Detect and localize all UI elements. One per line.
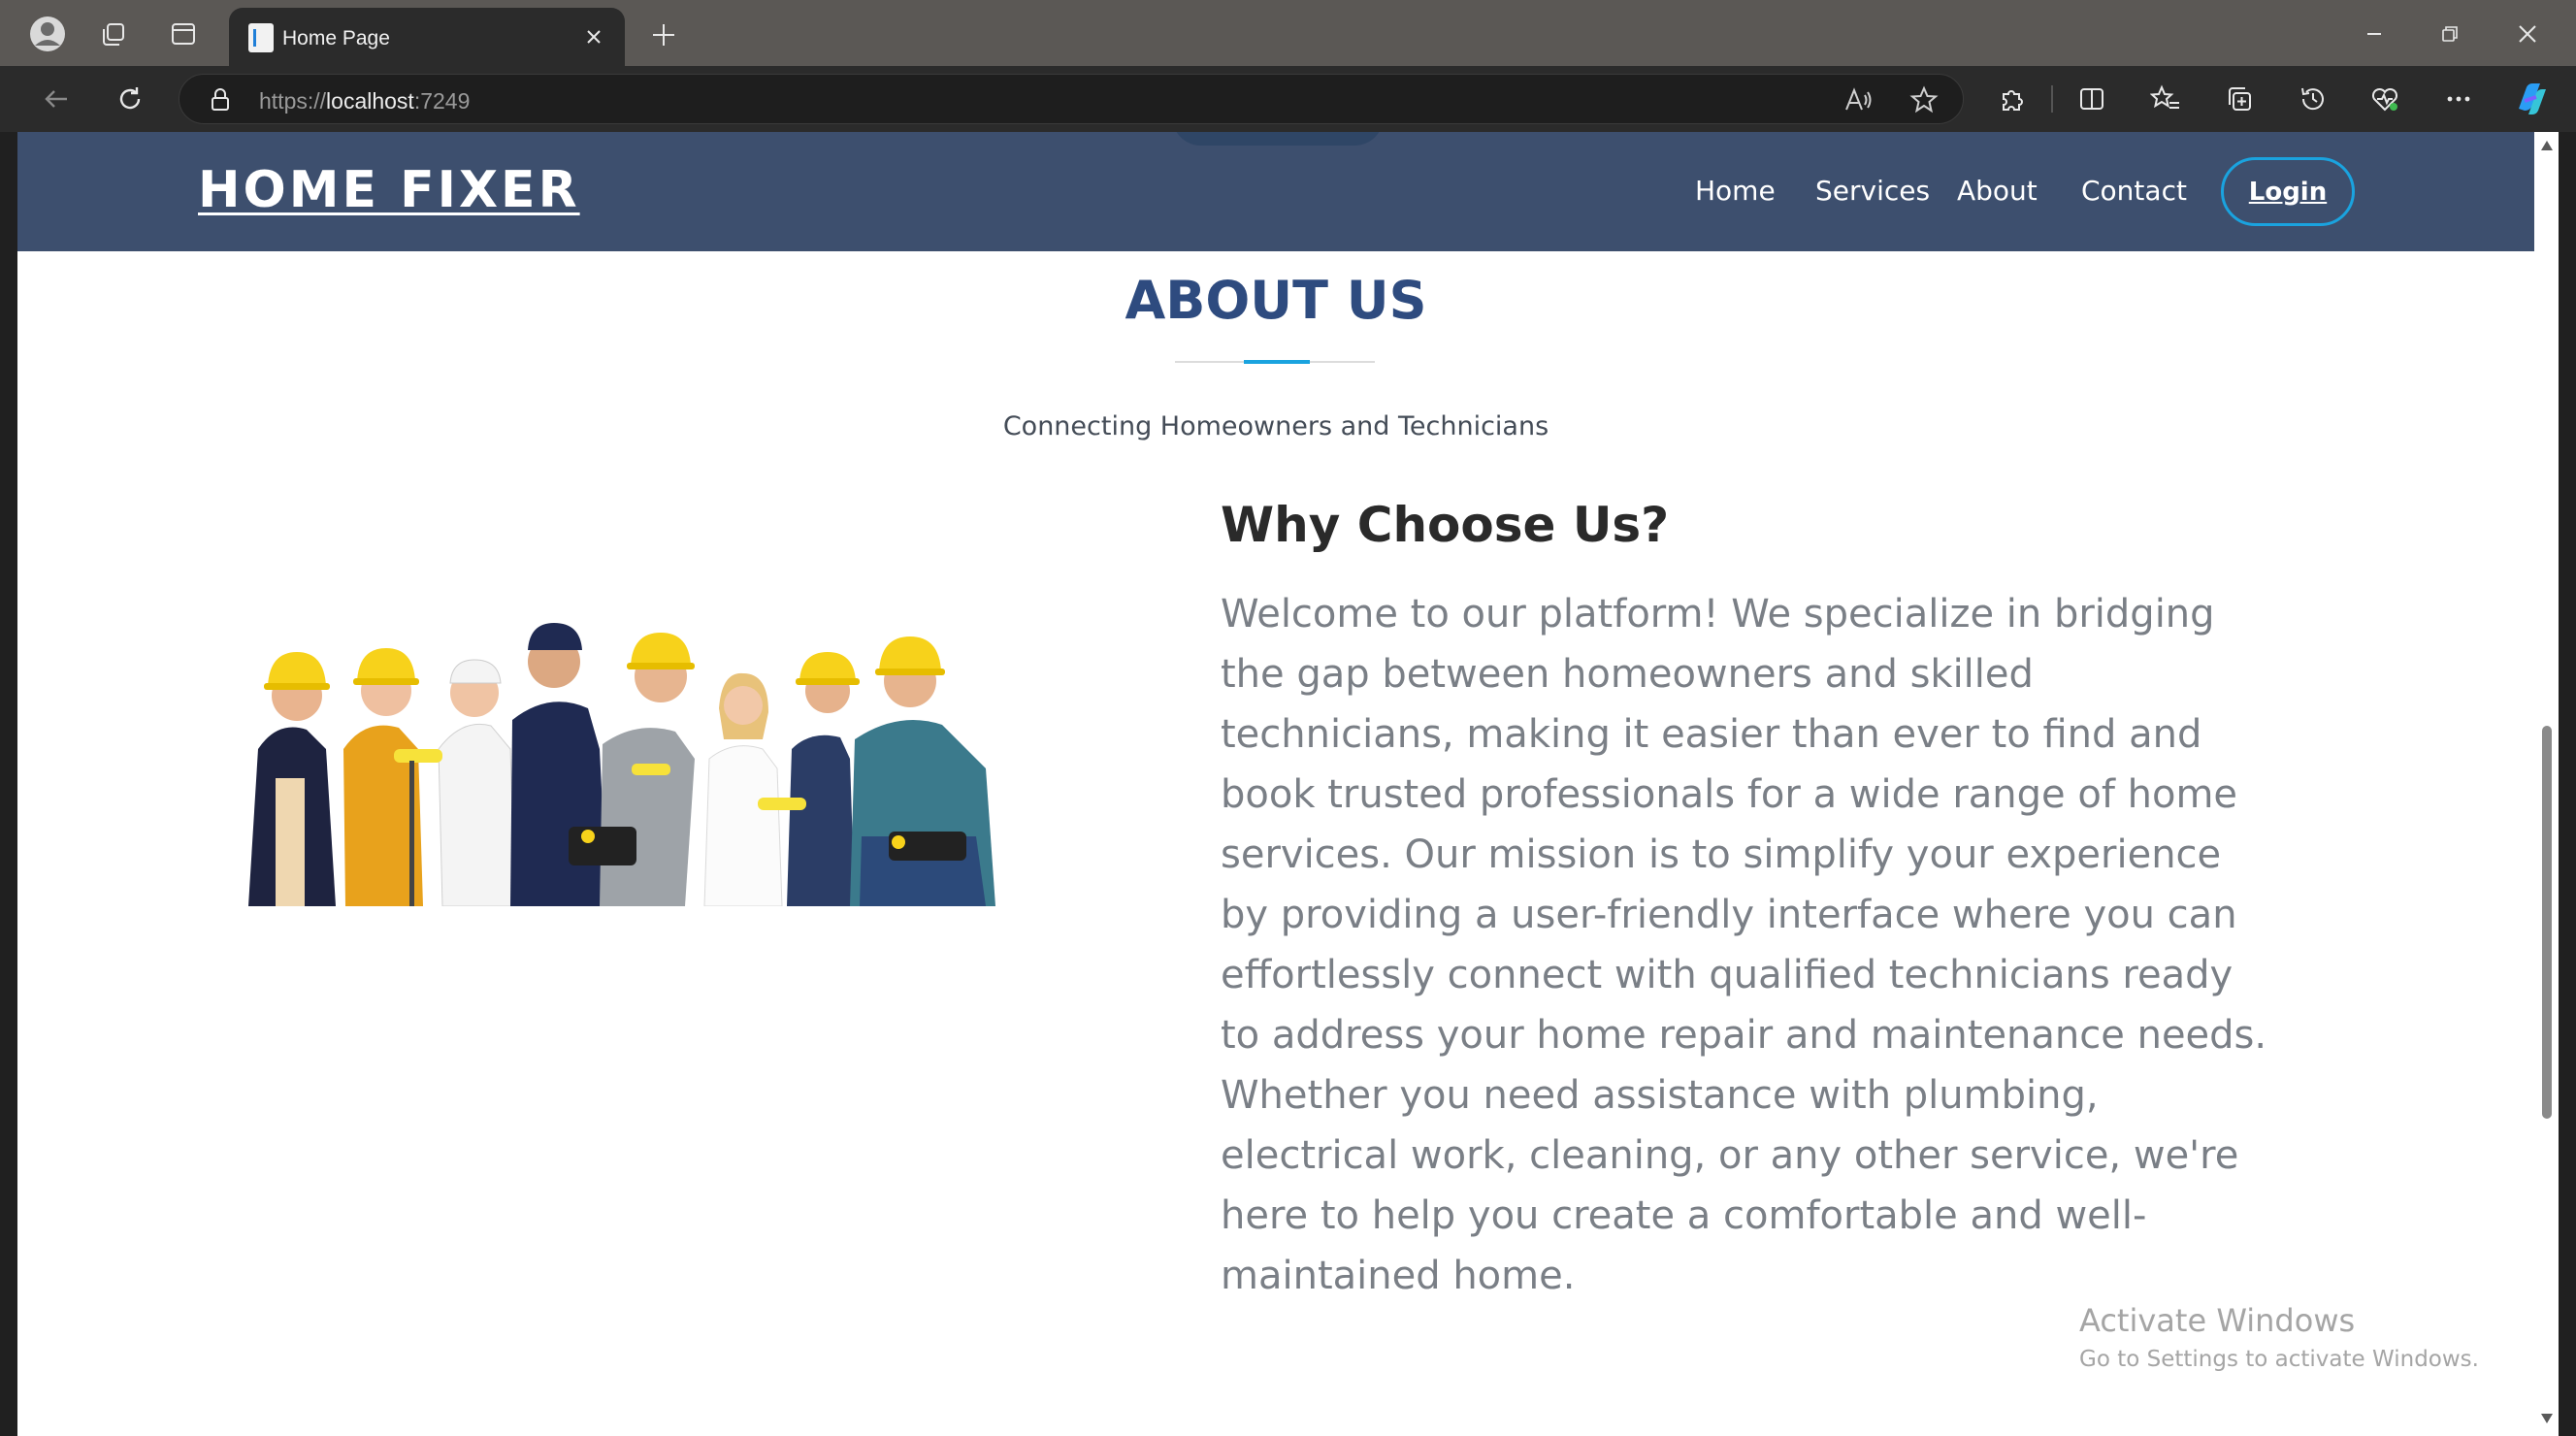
activate-windows-watermark: Activate Windows Go to Settings to activ… bbox=[2079, 1302, 2479, 1372]
page-viewport: HOME FIXER Home Services About Contact L… bbox=[17, 132, 2534, 1436]
toolbar-separator bbox=[2051, 85, 2053, 113]
split-screen-icon[interactable] bbox=[2071, 78, 2113, 120]
restore-icon[interactable] bbox=[2428, 14, 2472, 54]
browser-toolbar: https://localhost:7249 bbox=[0, 66, 2576, 132]
favorite-star-icon[interactable] bbox=[1908, 84, 1940, 115]
activate-windows-title: Activate Windows bbox=[2079, 1302, 2356, 1339]
browser-essentials-icon[interactable] bbox=[2364, 78, 2406, 120]
browser-tab-bar: Home Page bbox=[0, 0, 2576, 66]
refresh-icon[interactable] bbox=[109, 78, 151, 120]
nav-about[interactable]: About bbox=[1957, 175, 2038, 207]
site-header: HOME FIXER Home Services About Contact L… bbox=[17, 132, 2534, 251]
site-logo[interactable]: HOME FIXER bbox=[198, 161, 580, 219]
new-tab-icon[interactable] bbox=[644, 16, 683, 54]
read-aloud-icon[interactable] bbox=[1842, 84, 1874, 115]
window-border bbox=[2559, 132, 2576, 1436]
url-scheme: https:// bbox=[259, 88, 327, 114]
minimize-icon[interactable] bbox=[2352, 14, 2397, 54]
technicians-team-image bbox=[248, 623, 995, 906]
about-subtitle: Connecting Homeowners and Technicians bbox=[1002, 411, 1549, 441]
back-icon[interactable] bbox=[35, 78, 78, 120]
tab-actions-icon[interactable] bbox=[163, 14, 204, 54]
close-window-icon[interactable] bbox=[2505, 14, 2550, 54]
scroll-up-icon[interactable] bbox=[2539, 138, 2555, 153]
favorites-icon[interactable] bbox=[2144, 78, 2187, 120]
page-scrollbar[interactable] bbox=[2534, 132, 2559, 1436]
nav-contact[interactable]: Contact bbox=[2081, 175, 2187, 207]
technician-figures bbox=[248, 623, 995, 906]
login-button[interactable]: Login bbox=[2221, 157, 2355, 226]
extensions-icon[interactable] bbox=[1991, 78, 2034, 120]
tab-home-page[interactable]: Home Page bbox=[229, 8, 625, 66]
scrollbar-thumb[interactable] bbox=[2542, 726, 2552, 1119]
scroll-down-icon[interactable] bbox=[2539, 1411, 2555, 1426]
more-options-icon[interactable] bbox=[2437, 78, 2480, 120]
profile-icon[interactable] bbox=[27, 14, 68, 54]
title-divider-accent bbox=[1244, 360, 1310, 364]
why-choose-us-heading: Why Choose Us? bbox=[1221, 497, 1670, 553]
about-title: ABOUT US bbox=[1125, 270, 1427, 331]
why-choose-us-text: Welcome to our platform! We specialize i… bbox=[1221, 592, 2267, 1298]
collections-icon[interactable] bbox=[2218, 78, 2261, 120]
address-bar[interactable]: https://localhost:7249 bbox=[179, 74, 1964, 124]
copilot-icon[interactable] bbox=[2509, 78, 2552, 120]
workspaces-icon[interactable] bbox=[93, 14, 134, 54]
lock-icon[interactable] bbox=[207, 86, 234, 114]
nav-services[interactable]: Services bbox=[1815, 175, 1930, 207]
tab-title: Home Page bbox=[282, 27, 390, 49]
page-favicon-icon bbox=[248, 23, 274, 52]
url-text[interactable]: https://localhost:7249 bbox=[259, 88, 470, 114]
header-decoration bbox=[1172, 132, 1384, 146]
history-icon[interactable] bbox=[2292, 78, 2334, 120]
activate-windows-subtitle: Go to Settings to activate Windows. bbox=[2079, 1347, 2479, 1372]
close-tab-icon[interactable] bbox=[578, 21, 609, 52]
nav-home[interactable]: Home bbox=[1695, 175, 1776, 207]
url-port: :7249 bbox=[413, 88, 471, 114]
url-host: localhost bbox=[326, 88, 414, 114]
